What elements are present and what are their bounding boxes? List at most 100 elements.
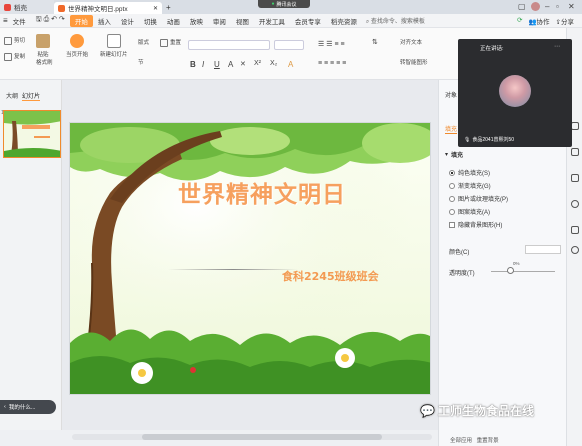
option-hide-background[interactable]: 隐藏背景图形(H) — [449, 220, 502, 229]
tab-slides[interactable]: 幻灯片 — [22, 91, 41, 101]
bold-button[interactable]: B — [190, 60, 196, 69]
meeting-badge[interactable]: ● 腾讯会议 — [258, 0, 310, 8]
scrollbar-thumb[interactable] — [142, 434, 382, 440]
tab-view[interactable]: 视图 — [231, 16, 254, 26]
video-menu-icon[interactable]: ⋯ — [554, 43, 560, 50]
slide-subtitle[interactable]: 食科2245班级班会 — [282, 268, 379, 284]
font-color-button[interactable]: A — [228, 60, 233, 69]
subscript-button[interactable]: X₂ — [270, 60, 277, 67]
tab-design[interactable]: 设计 — [116, 16, 139, 26]
cut-button[interactable]: 剪切 — [4, 36, 25, 45]
help-icon[interactable] — [571, 200, 579, 208]
settings-icon[interactable] — [571, 226, 579, 234]
fill-section-header[interactable]: ▾ 填充 — [445, 150, 463, 159]
document-tab[interactable]: 世界精神文明日.pptx ✕ — [54, 2, 162, 14]
panel-header: 对象 — [445, 93, 458, 99]
speaker-caption: 🎙 食品2041曾熙刘50 — [464, 136, 515, 144]
radio-solid[interactable] — [449, 169, 455, 176]
section-button[interactable]: 节 — [138, 58, 144, 66]
transparency-slider-handle[interactable] — [507, 267, 514, 274]
tab-review[interactable]: 审阅 — [208, 16, 231, 26]
reset-button[interactable]: 重置 — [160, 38, 181, 47]
color-label: 颜色(C) — [449, 250, 470, 256]
quick-access-icons[interactable]: 🖫 ⎙ ↶ ↷ — [31, 15, 70, 26]
option-solid-fill[interactable]: 纯色填充(S) — [449, 168, 490, 177]
bullets-button[interactable]: ☰ ☰ ≡ ≡ — [318, 40, 345, 48]
collab-icon: 👥 — [528, 18, 537, 26]
paste-button[interactable]: 粘贴 — [36, 34, 50, 58]
user-avatar[interactable] — [531, 2, 540, 11]
location-icon[interactable] — [571, 246, 579, 254]
tab-transition[interactable]: 切换 — [139, 16, 162, 26]
text-direction-button[interactable]: ⇅ — [372, 38, 378, 46]
speaker-name: 食品2041曾熙刘50 — [472, 137, 515, 143]
layout-label: 版式 — [138, 40, 150, 46]
align-buttons[interactable]: ≡ ≡ ≡ ≡ ≡ — [318, 60, 346, 67]
play-current-button[interactable]: 当页开始 — [66, 34, 88, 58]
copy-button[interactable]: 复制 — [4, 52, 25, 61]
slide-title[interactable]: 世界精神文明日 — [162, 175, 362, 209]
tab-developer[interactable]: 开发工具 — [254, 16, 290, 26]
underline-button[interactable]: U — [214, 60, 220, 69]
format-painter-button[interactable]: 格式刷 — [36, 58, 53, 66]
menu-icon[interactable]: ≡ — [0, 16, 8, 25]
meeting-video-window[interactable]: 正在讲话: ⋯ 🎙 食品2041曾熙刘50 — [458, 39, 572, 147]
radio-gradient[interactable] — [449, 182, 455, 189]
new-tab-icon[interactable]: + — [166, 3, 171, 12]
tab-slideshow[interactable]: 放映 — [185, 16, 208, 26]
layout-button[interactable]: 版式 — [138, 38, 149, 46]
italic-button[interactable]: I — [202, 60, 204, 69]
font-size-dropdown[interactable] — [274, 40, 304, 50]
convert-smartart-button[interactable]: 转智能图形 — [400, 58, 428, 66]
tab-animation[interactable]: 动画 — [162, 16, 185, 26]
search-box[interactable]: ⌕ 查找命令、搜索模板 — [366, 16, 425, 26]
highlight-button[interactable]: A — [288, 60, 293, 69]
new-slide-button[interactable]: 新建幻灯片 — [100, 34, 128, 58]
pin-icon[interactable] — [571, 122, 579, 130]
minimize-icon[interactable]: – — [545, 2, 549, 11]
close-tab-icon[interactable]: ✕ — [153, 5, 158, 12]
assistant-pill[interactable]: ‹ 我的什么... — [0, 400, 56, 414]
option-picture-fill[interactable]: 图片或纹理填充(P) — [449, 194, 508, 203]
option-gradient-fill[interactable]: 渐变填充(G) — [449, 181, 491, 190]
option-pattern-fill[interactable]: 图案填充(A) — [449, 207, 490, 216]
arrow-left-icon: ‹ — [4, 404, 6, 410]
slide-thumbnail[interactable] — [3, 110, 61, 158]
radio-pattern[interactable] — [449, 208, 455, 215]
tab-file[interactable]: 文件 — [8, 16, 31, 26]
superscript-button[interactable]: X² — [254, 60, 261, 67]
reset-background-button[interactable]: 重置背景 — [477, 438, 499, 444]
sync-icon[interactable]: ⟳ — [517, 16, 522, 26]
speaker-avatar — [499, 75, 531, 107]
animation-icon[interactable] — [571, 174, 579, 182]
strikethrough-button[interactable]: ✕ — [240, 60, 246, 68]
editing-canvas[interactable]: 世界精神文明日 食科2245班级班会 — [62, 80, 438, 430]
maximize-icon[interactable]: ▫ — [556, 2, 559, 11]
tab-fill[interactable]: 填充 — [445, 124, 458, 134]
close-window-icon[interactable]: ✕ — [568, 2, 575, 11]
align-text-label: 对齐文本 — [400, 40, 423, 46]
apply-all-button[interactable]: 全部应用 — [450, 438, 472, 444]
style-icon[interactable] — [571, 148, 579, 156]
tab-docer[interactable]: 稻壳资源 — [326, 16, 362, 26]
tab-insert[interactable]: 插入 — [93, 16, 116, 26]
radio-picture[interactable] — [449, 195, 455, 202]
horizontal-scrollbar[interactable] — [72, 434, 432, 440]
cut-label: 剪切 — [14, 38, 26, 44]
align-text-button[interactable]: 对齐文本 — [400, 38, 422, 46]
new-slide-icon — [106, 34, 121, 48]
transparency-slider[interactable] — [491, 271, 555, 272]
tab-member[interactable]: 会员专享 — [290, 16, 326, 26]
tab-outline[interactable]: 大纲 — [6, 91, 18, 101]
tab-home[interactable]: 开始 — [69, 14, 93, 27]
share-button[interactable]: ⇪分享 — [556, 16, 574, 26]
collab-button[interactable]: 👥协作 — [528, 16, 549, 26]
mic-icon: 🎙 — [464, 136, 471, 143]
color-dropdown[interactable] — [525, 245, 561, 254]
font-name-dropdown[interactable] — [188, 40, 270, 50]
document-tab-label: 世界精神文明日.pptx — [68, 6, 128, 13]
home-tab[interactable]: 稻壳 — [0, 0, 54, 14]
slide[interactable]: 世界精神文明日 食科2245班级班会 — [69, 122, 431, 395]
layout-icon[interactable]: ▢ — [518, 2, 526, 11]
checkbox-hide-bg[interactable] — [449, 221, 455, 228]
